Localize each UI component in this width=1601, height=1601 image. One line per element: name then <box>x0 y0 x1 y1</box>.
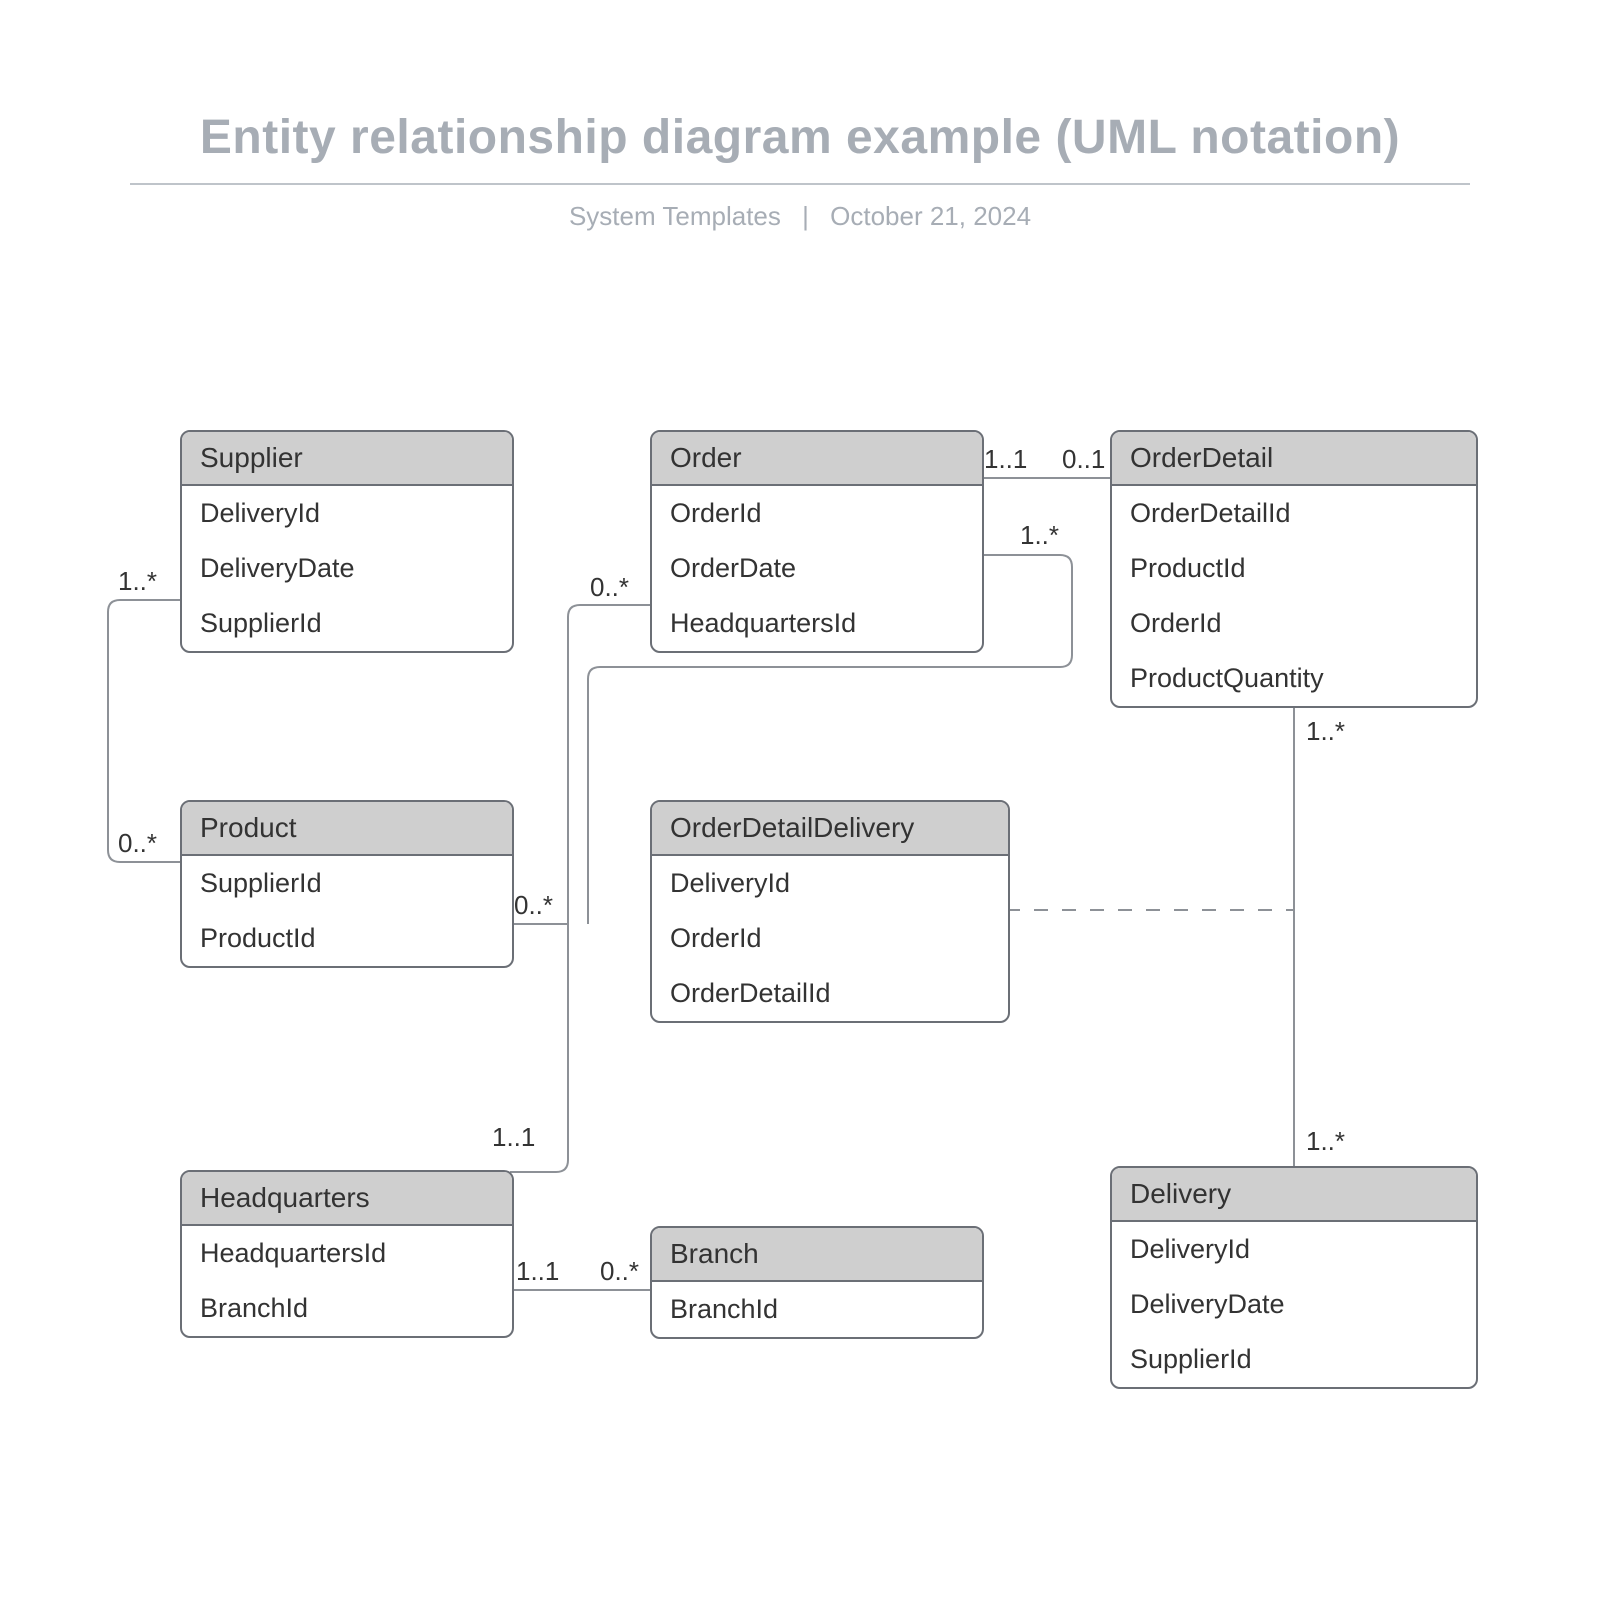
entity-order-detail: OrderDetail OrderDetailId ProductId Orde… <box>1110 430 1478 708</box>
entity-branch: Branch BranchId <box>650 1226 984 1339</box>
subtitle-left: System Templates <box>569 201 781 231</box>
entity-attr: DeliveryId <box>652 856 1008 911</box>
entity-attr: BranchId <box>652 1282 982 1337</box>
entity-attr: OrderId <box>1112 596 1476 651</box>
mult-od-deliv-top: 1..* <box>1306 716 1345 747</box>
entity-order-detail-delivery: OrderDetailDelivery DeliveryId OrderId O… <box>650 800 1010 1023</box>
entity-attr: DeliveryId <box>182 486 512 541</box>
entity-attr: ProductQuantity <box>1112 651 1476 706</box>
mult-order-od-l: 1..1 <box>984 444 1027 475</box>
mult-hq-order: 1..1 <box>492 1122 535 1153</box>
mult-order-od-r: 0..1 <box>1062 444 1105 475</box>
entity-title: Product <box>182 802 512 856</box>
page-title: Entity relationship diagram example (UML… <box>130 110 1470 165</box>
entity-order: Order OrderId OrderDate HeadquartersId <box>650 430 984 653</box>
mult-order-left: 0..* <box>590 572 629 603</box>
entity-title: Delivery <box>1112 1168 1476 1222</box>
subtitle-right: October 21, 2024 <box>830 201 1031 231</box>
entity-delivery: Delivery DeliveryId DeliveryDate Supplie… <box>1110 1166 1478 1389</box>
entity-attr: DeliveryDate <box>1112 1277 1476 1332</box>
header-block: Entity relationship diagram example (UML… <box>130 110 1470 232</box>
entity-title: Branch <box>652 1228 982 1282</box>
entity-title: OrderDetail <box>1112 432 1476 486</box>
entity-headquarters: Headquarters HeadquartersId BranchId <box>180 1170 514 1338</box>
entity-attr: OrderId <box>652 486 982 541</box>
entity-attr: SupplierId <box>1112 1332 1476 1387</box>
entity-attr: DeliveryDate <box>182 541 512 596</box>
entity-attr: OrderDetailId <box>652 966 1008 1021</box>
entity-title: Supplier <box>182 432 512 486</box>
mult-od-deliv-bot: 1..* <box>1306 1126 1345 1157</box>
entity-attr: BranchId <box>182 1281 512 1336</box>
entity-attr: OrderDate <box>652 541 982 596</box>
mult-hq-branch-r: 0..* <box>600 1256 639 1287</box>
entity-attr: OrderId <box>652 911 1008 966</box>
entity-title: Headquarters <box>182 1172 512 1226</box>
entity-attr: SupplierId <box>182 596 512 651</box>
entity-title: OrderDetailDelivery <box>652 802 1008 856</box>
mult-supplier-top: 1..* <box>118 566 157 597</box>
entity-attr: HeadquartersId <box>182 1226 512 1281</box>
entity-product: Product SupplierId ProductId <box>180 800 514 968</box>
entity-attr: SupplierId <box>182 856 512 911</box>
entity-attr: ProductId <box>182 911 512 966</box>
subtitle-sep: | <box>802 201 809 231</box>
mult-hq-branch-l: 1..1 <box>516 1256 559 1287</box>
entity-attr: DeliveryId <box>1112 1222 1476 1277</box>
entity-attr: ProductId <box>1112 541 1476 596</box>
mult-supplier-bot: 0..* <box>118 828 157 859</box>
entity-supplier: Supplier DeliveryId DeliveryDate Supplie… <box>180 430 514 653</box>
entity-attr: HeadquartersId <box>652 596 982 651</box>
diagram-canvas: Entity relationship diagram example (UML… <box>0 0 1601 1601</box>
mult-product-right: 0..* <box>514 890 553 921</box>
page-subtitle: System Templates | October 21, 2024 <box>130 201 1470 232</box>
mult-od-1star: 1..* <box>1020 520 1059 551</box>
entity-attr: OrderDetailId <box>1112 486 1476 541</box>
entity-title: Order <box>652 432 982 486</box>
title-divider <box>130 183 1470 185</box>
